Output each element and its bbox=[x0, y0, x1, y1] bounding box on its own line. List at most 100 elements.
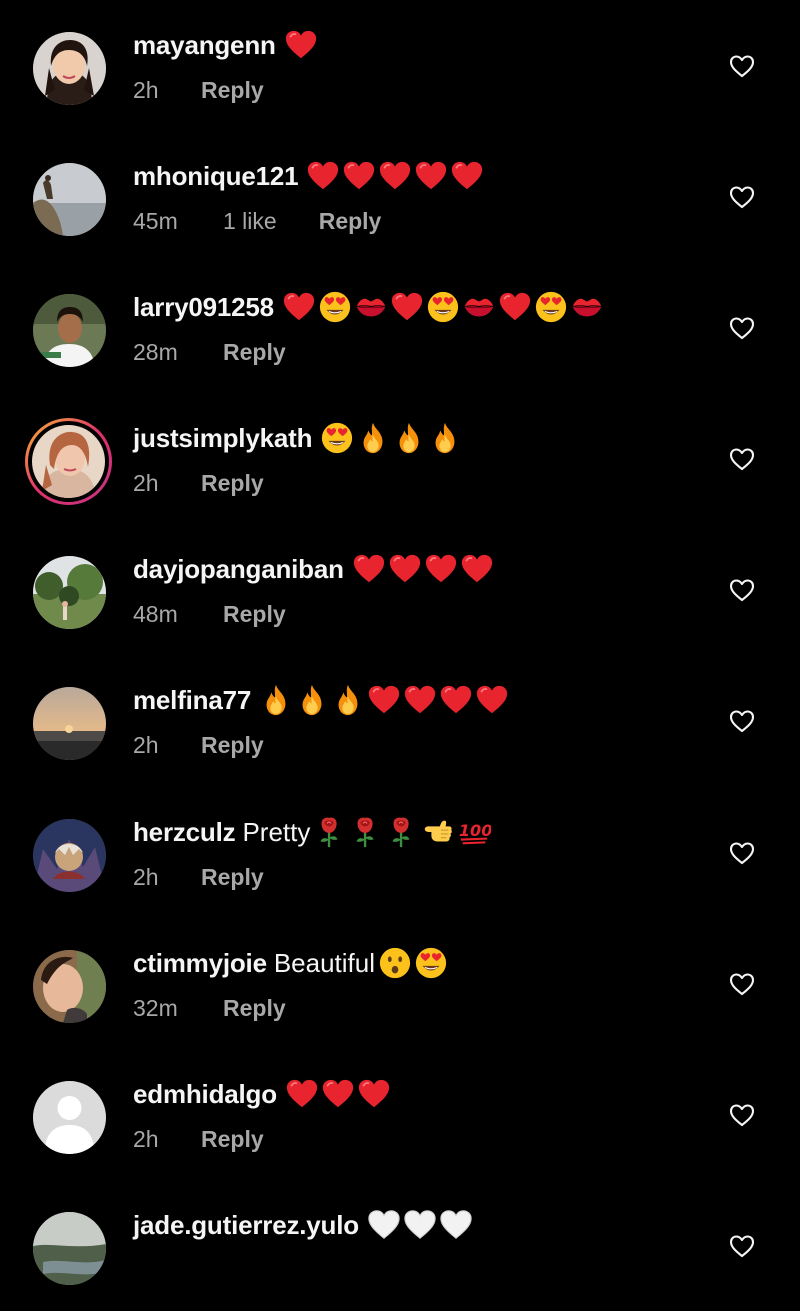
reply-button[interactable]: Reply bbox=[201, 75, 264, 105]
red-heart-emoji-icon bbox=[352, 552, 386, 586]
comment-row: mayangenn 2h Reply bbox=[0, 0, 800, 131]
comment-emojis bbox=[282, 290, 604, 324]
comment-emojis bbox=[285, 1077, 391, 1111]
heart-outline-icon[interactable] bbox=[729, 1234, 755, 1258]
comment-emojis bbox=[259, 683, 509, 717]
avatar[interactable] bbox=[33, 950, 106, 1023]
heart-outline-icon[interactable] bbox=[729, 316, 755, 340]
username-link[interactable]: mhonique121 bbox=[133, 159, 299, 193]
username-link[interactable]: melfina77 bbox=[133, 683, 251, 717]
username-link[interactable]: jade.gutierrez.yulo bbox=[133, 1208, 359, 1242]
comment-body: dayjopanganiban bbox=[133, 552, 494, 586]
avatar-with-story-ring[interactable] bbox=[25, 418, 112, 505]
comment-body: ctimmyjoie Beautiful bbox=[133, 946, 448, 980]
comment-timestamp: 48m bbox=[133, 601, 178, 627]
heart-outline-icon[interactable] bbox=[729, 447, 755, 471]
backhand-index-left-emoji-icon bbox=[421, 815, 455, 849]
comment-meta: 2h Reply bbox=[133, 730, 264, 760]
fire-emoji-icon bbox=[356, 421, 390, 455]
comment-timestamp: 2h bbox=[133, 732, 159, 758]
red-heart-emoji-icon bbox=[475, 683, 509, 717]
username-link[interactable]: mayangenn bbox=[133, 28, 276, 62]
red-heart-emoji-icon bbox=[390, 290, 424, 324]
comment-timestamp: 2h bbox=[133, 1126, 159, 1152]
red-heart-emoji-icon bbox=[285, 1077, 319, 1111]
hushed-face-emoji-icon bbox=[378, 946, 412, 980]
svg-text:100: 100 bbox=[459, 821, 491, 840]
avatar[interactable] bbox=[33, 32, 106, 105]
reply-button[interactable]: Reply bbox=[201, 730, 264, 760]
reply-button[interactable]: Reply bbox=[201, 862, 264, 892]
reply-button[interactable]: Reply bbox=[223, 993, 286, 1023]
avatar[interactable] bbox=[33, 819, 106, 892]
comment-emojis bbox=[306, 159, 484, 193]
comment-text: Beautiful bbox=[273, 948, 376, 978]
comment-timestamp: 32m bbox=[133, 995, 178, 1021]
comment-body: larry091258 bbox=[133, 290, 604, 324]
rose-emoji-icon bbox=[385, 815, 419, 849]
comment-emojis bbox=[352, 552, 494, 586]
comment-body: edmhidalgo bbox=[133, 1077, 391, 1111]
rose-emoji-icon bbox=[349, 815, 383, 849]
comment-timestamp: 2h bbox=[133, 77, 159, 103]
avatar[interactable] bbox=[33, 294, 106, 367]
reply-button[interactable]: Reply bbox=[319, 206, 382, 236]
white-heart-emoji-icon bbox=[403, 1208, 437, 1242]
red-heart-emoji-icon bbox=[378, 159, 412, 193]
comment-text: Pretty bbox=[242, 817, 311, 847]
avatar[interactable] bbox=[33, 556, 106, 629]
comment-emojis bbox=[320, 421, 462, 455]
comment-meta: 48m Reply bbox=[133, 599, 286, 629]
heart-outline-icon[interactable] bbox=[729, 54, 755, 78]
reply-button[interactable]: Reply bbox=[201, 468, 264, 498]
comment-meta: 2h Reply bbox=[133, 75, 264, 105]
fire-emoji-icon bbox=[295, 683, 329, 717]
red-heart-emoji-icon bbox=[403, 683, 437, 717]
comment-row: jade.gutierrez.yulo bbox=[0, 1180, 800, 1311]
avatar[interactable] bbox=[33, 1081, 106, 1154]
heart-outline-icon[interactable] bbox=[729, 972, 755, 996]
comment-body: mayangenn bbox=[133, 28, 318, 62]
avatar[interactable] bbox=[33, 163, 106, 236]
heart-outline-icon[interactable] bbox=[729, 578, 755, 602]
red-heart-emoji-icon bbox=[498, 290, 532, 324]
heart-outline-icon[interactable] bbox=[729, 1103, 755, 1127]
heart-outline-icon[interactable] bbox=[729, 709, 755, 733]
comment-body: justsimplykath bbox=[133, 421, 462, 455]
comment-body: jade.gutierrez.yulo bbox=[133, 1208, 473, 1242]
comment-emojis: 100 bbox=[313, 815, 491, 849]
username-link[interactable]: larry091258 bbox=[133, 290, 274, 324]
username-link[interactable]: edmhidalgo bbox=[133, 1077, 277, 1111]
red-heart-emoji-icon bbox=[357, 1077, 391, 1111]
comment-emojis bbox=[367, 1208, 473, 1242]
heart-outline-icon[interactable] bbox=[729, 841, 755, 865]
comment-emojis bbox=[284, 28, 318, 62]
reply-button[interactable]: Reply bbox=[223, 337, 286, 367]
heart-eyes-emoji-icon bbox=[320, 421, 354, 455]
fire-emoji-icon bbox=[259, 683, 293, 717]
comment-body: mhonique121 bbox=[133, 159, 484, 193]
red-heart-emoji-icon bbox=[342, 159, 376, 193]
comment-emojis bbox=[378, 946, 448, 980]
comment-timestamp: 2h bbox=[133, 470, 159, 496]
heart-outline-icon[interactable] bbox=[729, 185, 755, 209]
red-heart-emoji-icon bbox=[439, 683, 473, 717]
comment-row: mhonique121 45m 1 like Reply bbox=[0, 131, 800, 262]
red-heart-emoji-icon bbox=[321, 1077, 355, 1111]
username-link[interactable]: dayjopanganiban bbox=[133, 552, 344, 586]
avatar[interactable] bbox=[33, 687, 106, 760]
comment-meta: 2h Reply bbox=[133, 468, 264, 498]
username-link[interactable]: herzculz bbox=[133, 815, 236, 849]
comment-meta: 32m Reply bbox=[133, 993, 286, 1023]
comment-body: herzculz Pretty 100 bbox=[133, 815, 491, 849]
avatar[interactable] bbox=[33, 1212, 106, 1285]
comment-meta: 28m Reply bbox=[133, 337, 286, 367]
reply-button[interactable]: Reply bbox=[201, 1124, 264, 1154]
comment-body: melfina77 bbox=[133, 683, 509, 717]
comment-row: melfina77 2h Reply bbox=[0, 655, 800, 786]
username-link[interactable]: justsimplykath bbox=[133, 421, 312, 455]
heart-eyes-emoji-icon bbox=[534, 290, 568, 324]
reply-button[interactable]: Reply bbox=[223, 599, 286, 629]
username-link[interactable]: ctimmyjoie bbox=[133, 946, 267, 980]
comment-like-count[interactable]: 1 like bbox=[223, 206, 277, 236]
